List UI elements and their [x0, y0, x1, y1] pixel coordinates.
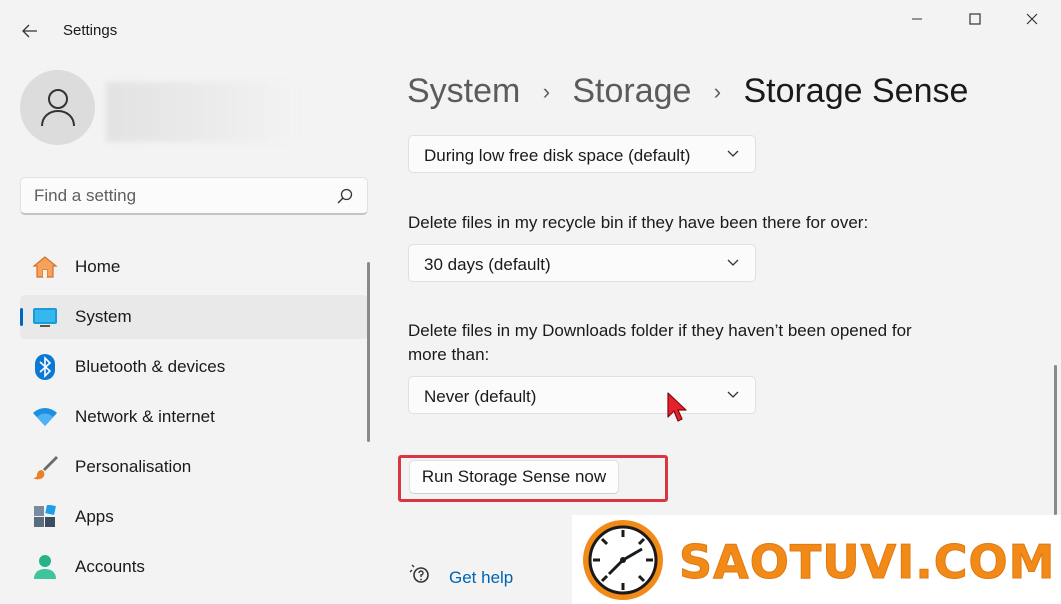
- close-icon: [1026, 13, 1038, 25]
- sidebar-item-label: Network & internet: [75, 407, 215, 426]
- sidebar-item-home[interactable]: Home: [20, 245, 368, 289]
- main-scrollbar[interactable]: [1054, 365, 1057, 515]
- user-info-blurred: [106, 82, 296, 142]
- watermark: SAOTUVI.COM: [572, 515, 1061, 604]
- downloads-dropdown[interactable]: Never (default): [408, 376, 756, 414]
- chevron-down-icon: [727, 391, 739, 398]
- downloads-label: Delete files in my Downloads folder if t…: [408, 321, 912, 364]
- watermark-text: SAOTUVI.COM: [678, 535, 1056, 590]
- selection-indicator: [20, 308, 23, 326]
- recycle-bin-label: Delete files in my recycle bin if they h…: [408, 213, 869, 232]
- search-icon[interactable]: [337, 188, 353, 204]
- sidebar-item-personalisation[interactable]: Personalisation: [20, 445, 368, 489]
- maximize-icon: [969, 13, 981, 25]
- run-storage-sense-button[interactable]: Run Storage Sense now: [409, 460, 619, 494]
- minimize-icon: [912, 18, 922, 20]
- breadcrumb-separator: ›: [713, 78, 722, 104]
- clock-logo-icon: [583, 520, 663, 600]
- chevron-down-icon: [727, 150, 739, 157]
- title-bar: Settings: [0, 0, 1061, 62]
- person-icon: [40, 88, 75, 126]
- page-title: Storage Sense: [743, 72, 969, 110]
- apps-icon: [32, 505, 58, 529]
- breadcrumb: System › Storage › Storage Sense: [407, 72, 968, 111]
- search-box[interactable]: [20, 177, 368, 215]
- dropdown-value: During low free disk space (default): [424, 146, 691, 165]
- back-arrow-icon: [22, 24, 37, 38]
- breadcrumb-storage[interactable]: Storage: [572, 72, 691, 111]
- help-icon: [409, 564, 429, 583]
- mouse-cursor-icon: [667, 392, 687, 422]
- sidebar-item-label: Bluetooth & devices: [75, 357, 226, 376]
- sidebar: Home System Bluetooth & devices Network …: [0, 62, 380, 604]
- chevron-down-icon: [727, 259, 739, 266]
- sidebar-item-label: Home: [75, 257, 121, 276]
- maximize-button[interactable]: [952, 4, 998, 34]
- wifi-icon: [32, 405, 58, 429]
- breadcrumb-system[interactable]: System: [407, 72, 520, 111]
- app-title: Settings: [63, 22, 118, 39]
- close-button[interactable]: [1009, 4, 1055, 34]
- breadcrumb-separator: ›: [542, 78, 551, 104]
- avatar[interactable]: [20, 70, 95, 145]
- home-icon: [32, 255, 58, 279]
- sidebar-item-label: Apps: [75, 507, 114, 526]
- system-icon: [32, 305, 58, 329]
- brush-icon: [32, 455, 58, 480]
- sidebar-item-label: System: [75, 307, 132, 326]
- recycle-bin-dropdown[interactable]: 30 days (default): [408, 244, 756, 282]
- bluetooth-icon: [32, 354, 58, 380]
- sidebar-nav: Home System Bluetooth & devices Network …: [20, 245, 368, 595]
- sidebar-item-bluetooth[interactable]: Bluetooth & devices: [20, 345, 368, 389]
- sidebar-item-label: Personalisation: [75, 457, 192, 476]
- get-help-label: Get help: [449, 568, 514, 587]
- run-frequency-dropdown[interactable]: During low free disk space (default): [408, 135, 756, 173]
- sidebar-item-system[interactable]: System: [20, 295, 368, 339]
- minimize-button[interactable]: [894, 4, 940, 34]
- back-button[interactable]: [14, 16, 46, 46]
- sidebar-item-network[interactable]: Network & internet: [20, 395, 368, 439]
- sidebar-item-accounts[interactable]: Accounts: [20, 545, 368, 589]
- sidebar-item-label: Accounts: [75, 557, 145, 576]
- dropdown-value: 30 days (default): [424, 255, 551, 274]
- sidebar-item-apps[interactable]: Apps: [20, 495, 368, 539]
- accounts-icon: [32, 555, 58, 579]
- sidebar-scrollbar[interactable]: [367, 262, 370, 442]
- dropdown-value: Never (default): [424, 387, 537, 406]
- search-input[interactable]: [34, 185, 334, 207]
